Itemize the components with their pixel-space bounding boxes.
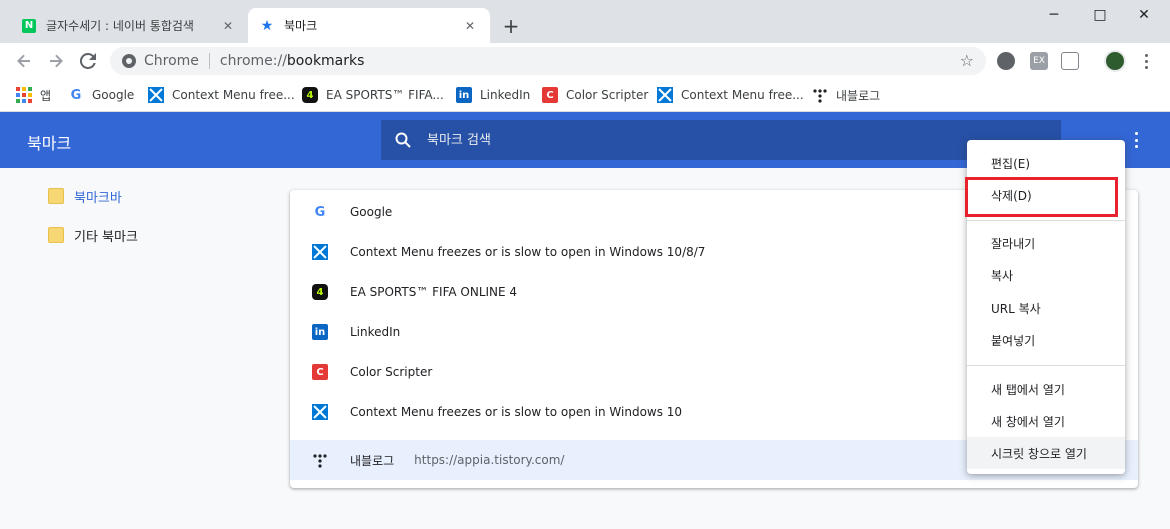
bookmark-title: Google xyxy=(350,205,393,219)
bookmark-bar-item-color-scripter[interactable]: C Color Scripter xyxy=(542,85,648,105)
maximize-button[interactable]: □ xyxy=(1077,4,1123,26)
windows-icon xyxy=(148,87,164,103)
color-scripter-icon: C xyxy=(312,364,328,380)
folder-icon xyxy=(48,188,64,204)
close-tab-icon[interactable]: ✕ xyxy=(462,18,478,34)
bookmark-bar-label: Context Menu free... xyxy=(172,88,295,102)
back-arrow-icon xyxy=(17,54,30,68)
close-tab-icon[interactable]: ✕ xyxy=(220,18,236,34)
apps-icon xyxy=(16,87,32,103)
tistory-icon xyxy=(812,87,828,103)
bookmark-bar-item-my-blog[interactable]: 내블로그 xyxy=(812,85,880,105)
search-icon xyxy=(395,132,413,148)
forward-button[interactable] xyxy=(44,49,68,73)
bookmark-url: https://appia.tistory.com/ xyxy=(414,453,565,467)
tab-title: 글자수세기 : 네이버 통합검색 xyxy=(46,19,194,33)
close-window-button[interactable]: ✕ xyxy=(1121,4,1167,26)
tab-strip: N 글자수세기 : 네이버 통합검색 ✕ ★ 북마크 ✕ + ─ □ ✕ xyxy=(0,0,1170,43)
linkedin-icon: in xyxy=(312,324,328,340)
fifa-icon: 4 xyxy=(302,87,318,103)
bookmark-bar-item-google[interactable]: G Google xyxy=(68,85,135,105)
menu-item-edit[interactable]: 편집(E) xyxy=(967,147,1125,179)
reload-icon xyxy=(80,53,96,69)
minimize-button[interactable]: ─ xyxy=(1031,4,1077,26)
bookmark-title: Context Menu freezes or is slow to open … xyxy=(350,405,683,419)
tab-title: 북마크 xyxy=(284,19,318,33)
bookmark-bar-item-context-menu-2[interactable]: Context Menu free... xyxy=(657,85,804,105)
bookmark-search[interactable] xyxy=(381,120,1061,160)
folder-other-bookmarks[interactable]: 기타 북마크 xyxy=(48,225,138,245)
google-icon: G xyxy=(70,87,82,103)
folder-label: 북마크바 xyxy=(74,190,122,206)
bookmark-bar-label: Context Menu free... xyxy=(681,88,804,102)
page-title: 북마크 xyxy=(27,134,72,153)
tab-bookmarks[interactable]: ★ 북마크 ✕ xyxy=(248,8,490,43)
menu-item-cut[interactable]: 잘라내기 xyxy=(967,227,1125,259)
bookmark-title: LinkedIn xyxy=(350,325,401,339)
menu-divider xyxy=(967,220,1125,221)
menu-item-open-new-tab[interactable]: 새 탭에서 열기 xyxy=(967,373,1125,405)
menu-item-open-incognito[interactable]: 시크릿 창으로 열기 xyxy=(967,437,1125,469)
back-button[interactable] xyxy=(12,49,36,73)
scheme-label: Chrome xyxy=(144,53,199,69)
bookmark-title: Context Menu freezes or is slow to open … xyxy=(350,245,706,259)
bookmark-bar-item-fifa[interactable]: 4 EA SPORTS™ FIFA... xyxy=(302,85,444,105)
address-bar[interactable]: Chrome chrome://bookmarks ☆ xyxy=(110,47,986,75)
url-text: chrome://bookmarks xyxy=(219,53,365,69)
menu-item-open-new-window[interactable]: 새 창에서 열기 xyxy=(967,405,1125,437)
bookmark-bar-label: 앱 xyxy=(40,88,52,103)
bookmark-title: Color Scripter xyxy=(350,365,433,379)
bookmark-bar-label: 내블로그 xyxy=(836,88,881,103)
bookmark-star-icon: ★ xyxy=(260,17,274,34)
menu-item-copy[interactable]: 복사 xyxy=(967,259,1125,291)
linkedin-icon: in xyxy=(456,87,472,103)
folder-bookmarks-bar[interactable]: 북마크바 xyxy=(48,186,122,206)
windows-icon xyxy=(312,404,328,420)
new-tab-button[interactable]: + xyxy=(499,14,523,38)
chrome-page-icon xyxy=(122,54,136,68)
tistory-icon xyxy=(312,452,328,468)
menu-item-paste[interactable]: 붙여넣기 xyxy=(967,324,1125,356)
bookmark-bar-label: EA SPORTS™ FIFA... xyxy=(326,88,444,102)
bookmarks-bar: 앱 G Google Context Menu free... 4 EA SPO… xyxy=(0,79,1170,112)
delete-highlight-box xyxy=(965,177,1118,217)
omnibox-divider xyxy=(208,53,210,69)
profile-avatar[interactable] xyxy=(1104,50,1126,72)
fifa-icon: 4 xyxy=(312,284,328,300)
menu-divider xyxy=(967,365,1125,366)
browser-toolbar: Chrome chrome://bookmarks ☆ EX xyxy=(0,43,1170,79)
bookmark-title: EA SPORTS™ FIFA ONLINE 4 xyxy=(350,285,518,299)
tab-naver-search[interactable]: N 글자수세기 : 네이버 통합검색 ✕ xyxy=(10,8,248,43)
folder-label: 기타 북마크 xyxy=(74,229,138,245)
windows-icon xyxy=(312,244,328,260)
bookmark-title: 내블로그 xyxy=(350,453,395,468)
bookmark-bar-item-context-menu[interactable]: Context Menu free... xyxy=(148,85,295,105)
chrome-menu-icon[interactable] xyxy=(1140,52,1152,70)
color-scripter-icon: C xyxy=(542,87,558,103)
folder-icon xyxy=(48,227,64,243)
bookmark-bar-label: Color Scripter xyxy=(566,88,649,102)
reload-button[interactable] xyxy=(76,49,100,73)
bookmark-bar-item-linkedin[interactable]: in LinkedIn xyxy=(456,85,530,105)
windows-icon xyxy=(657,87,673,103)
extension-circle-icon[interactable] xyxy=(997,52,1015,70)
bookmark-star-outline-icon[interactable]: ☆ xyxy=(960,51,974,70)
forward-arrow-icon xyxy=(50,54,63,68)
menu-item-copy-url[interactable]: URL 복사 xyxy=(967,292,1125,324)
bookmark-bar-label: Google xyxy=(92,88,135,102)
bookmark-bar-item-apps[interactable]: 앱 xyxy=(16,85,51,105)
extension-ex-icon[interactable]: EX xyxy=(1030,52,1048,70)
search-input[interactable] xyxy=(427,132,1007,148)
naver-icon: N xyxy=(22,18,36,33)
bookmark-bar-label: LinkedIn xyxy=(480,88,531,102)
extension-cast-icon[interactable] xyxy=(1061,52,1079,70)
google-icon: G xyxy=(314,204,326,220)
organize-menu-icon[interactable] xyxy=(1131,132,1141,148)
